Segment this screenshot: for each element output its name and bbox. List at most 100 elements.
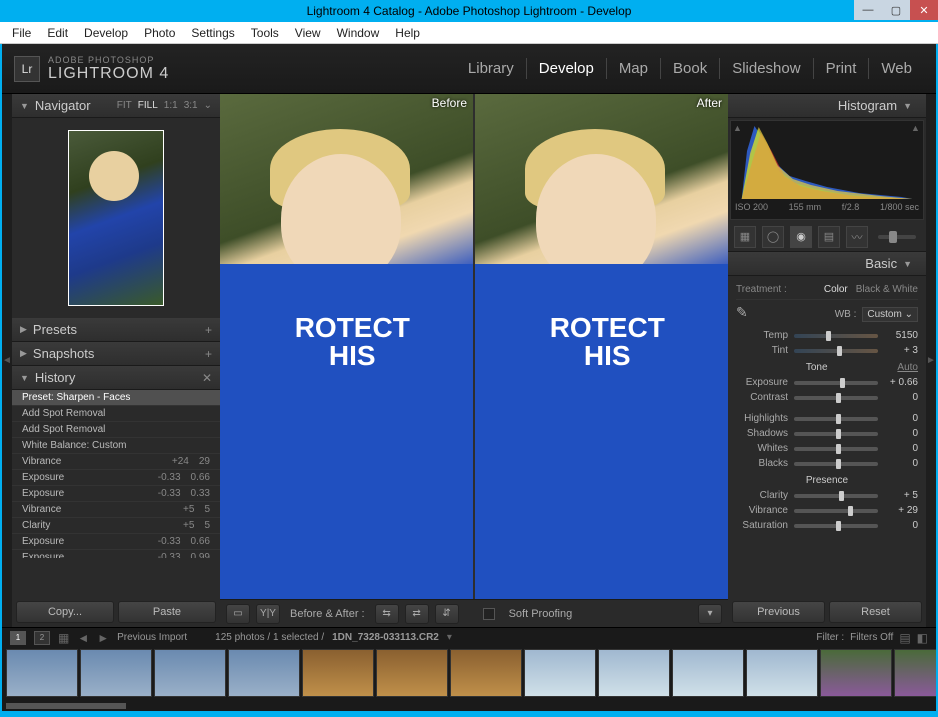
menu-settings[interactable]: Settings (183, 24, 242, 42)
white-balance-eyedropper-icon[interactable]: ✎ (736, 304, 756, 324)
menu-develop[interactable]: Develop (76, 24, 136, 42)
swap-before-after-button[interactable]: ⇆ (375, 604, 399, 624)
tint-value[interactable]: + 3 (884, 345, 918, 356)
menu-tools[interactable]: Tools (243, 24, 287, 42)
zoom-1-1[interactable]: 1:1 (164, 100, 178, 111)
contrast-slider[interactable]: Contrast0 (736, 390, 918, 405)
saturation-value[interactable]: 0 (884, 520, 918, 531)
histogram-header[interactable]: Histogram ▼ (728, 94, 926, 118)
shadows-value[interactable]: 0 (884, 428, 918, 439)
display-1-button[interactable]: 1 (10, 631, 26, 645)
navigator-preview[interactable] (12, 118, 220, 318)
display-2-button[interactable]: 2 (34, 631, 50, 645)
adjustment-brush-icon[interactable]: 〰 (846, 226, 868, 248)
copy-after-button[interactable]: ⇵ (435, 604, 459, 624)
filmstrip-thumb[interactable] (80, 649, 152, 697)
temp-slider[interactable]: Temp5150 (736, 328, 918, 343)
reset-button[interactable]: Reset (829, 601, 922, 623)
highlights-value[interactable]: 0 (884, 413, 918, 424)
blacks-slider[interactable]: Blacks0 (736, 456, 918, 471)
wb-select[interactable]: Custom ⌄ (862, 307, 918, 322)
history-header[interactable]: ▼ History ✕ (12, 366, 220, 390)
before-after-view-button[interactable]: Y|Y (256, 604, 280, 624)
menu-view[interactable]: View (287, 24, 329, 42)
temp-value[interactable]: 5150 (884, 330, 918, 341)
redeye-tool-icon[interactable]: ◉ (790, 226, 812, 248)
presets-header[interactable]: ▶ Presets + (12, 318, 220, 342)
clarity-slider[interactable]: Clarity+ 5 (736, 488, 918, 503)
history-item[interactable]: Exposure-0.330.33 (12, 486, 220, 502)
minimize-button[interactable]: — (854, 0, 882, 20)
filter-lock-icon[interactable]: ▤ (899, 631, 910, 645)
navigator-header[interactable]: ▼ Navigator FITFILL1:13:1⌄ (12, 94, 220, 118)
filmstrip-thumb[interactable] (154, 649, 226, 697)
filmstrip[interactable] (2, 647, 936, 703)
whites-value[interactable]: 0 (884, 443, 918, 454)
copy-button[interactable]: Copy... (16, 601, 114, 623)
histogram[interactable]: ▲ ▲ ISO 200 155 mm f/2.8 1/800 sec (730, 120, 924, 220)
add-preset-icon[interactable]: + (205, 323, 212, 337)
filmstrip-thumb[interactable] (376, 649, 448, 697)
zoom-3-1[interactable]: 3:1 (184, 100, 198, 111)
filmstrip-scrollbar[interactable] (2, 703, 936, 711)
treatment-color[interactable]: Color (824, 284, 848, 295)
module-book[interactable]: Book (661, 58, 720, 79)
copy-before-button[interactable]: ⇄ (405, 604, 429, 624)
menu-edit[interactable]: Edit (39, 24, 76, 42)
module-slideshow[interactable]: Slideshow (720, 58, 813, 79)
source-label[interactable]: Previous Import (117, 632, 187, 643)
before-pane[interactable]: Before ROTECTHIS (220, 94, 473, 599)
filmstrip-thumb[interactable] (450, 649, 522, 697)
treatment-bw[interactable]: Black & White (856, 284, 918, 295)
close-button[interactable]: ✕ (910, 0, 938, 20)
right-panel-toggle[interactable]: ► (926, 94, 936, 627)
history-item[interactable]: Add Spot Removal (12, 422, 220, 438)
zoom-fill[interactable]: FILL (138, 100, 158, 111)
clear-history-icon[interactable]: ✕ (202, 371, 212, 385)
saturation-slider[interactable]: Saturation0 (736, 518, 918, 533)
module-print[interactable]: Print (814, 58, 870, 79)
tint-slider[interactable]: Tint+ 3 (736, 343, 918, 358)
highlights-slider[interactable]: Highlights0 (736, 411, 918, 426)
basic-header[interactable]: Basic ▼ (728, 252, 926, 276)
filmstrip-thumb[interactable] (746, 649, 818, 697)
menu-photo[interactable]: Photo (136, 24, 183, 42)
menu-window[interactable]: Window (329, 24, 388, 42)
filmstrip-thumb[interactable] (228, 649, 300, 697)
blacks-value[interactable]: 0 (884, 458, 918, 469)
history-item[interactable]: Add Spot Removal (12, 406, 220, 422)
snapshots-header[interactable]: ▶ Snapshots + (12, 342, 220, 366)
filmstrip-thumb[interactable] (524, 649, 596, 697)
menu-help[interactable]: Help (387, 24, 428, 42)
filmstrip-thumb[interactable] (6, 649, 78, 697)
after-pane[interactable]: After ROTECTHIS (475, 94, 728, 599)
history-item[interactable]: Preset: Sharpen - Faces (12, 390, 220, 406)
auto-tone-button[interactable]: Auto (897, 362, 918, 373)
toolbar-menu-button[interactable]: ▾ (698, 604, 722, 624)
spot-removal-icon[interactable]: ◯ (762, 226, 784, 248)
tool-slider[interactable] (878, 235, 916, 239)
menu-file[interactable]: File (4, 24, 39, 42)
previous-button[interactable]: Previous (732, 601, 825, 623)
filmstrip-thumb[interactable] (598, 649, 670, 697)
filter-value[interactable]: Filters Off (850, 632, 893, 643)
prev-photo-icon[interactable]: ◄ (77, 631, 89, 645)
module-library[interactable]: Library (456, 58, 527, 79)
zoom-fit[interactable]: FIT (117, 100, 132, 111)
exposure-value[interactable]: + 0.66 (884, 377, 918, 388)
module-map[interactable]: Map (607, 58, 661, 79)
history-item[interactable]: Vibrance+2429 (12, 454, 220, 470)
module-develop[interactable]: Develop (527, 58, 607, 79)
shadows-slider[interactable]: Shadows0 (736, 426, 918, 441)
history-item[interactable]: White Balance: Custom (12, 438, 220, 454)
exposure-slider[interactable]: Exposure+ 0.66 (736, 375, 918, 390)
module-web[interactable]: Web (869, 58, 924, 79)
zoom-dropdown-icon[interactable]: ⌄ (204, 100, 212, 111)
filmstrip-thumb[interactable] (302, 649, 374, 697)
clarity-value[interactable]: + 5 (884, 490, 918, 501)
paste-button[interactable]: Paste (118, 601, 216, 623)
vibrance-value[interactable]: + 29 (884, 505, 918, 516)
next-photo-icon[interactable]: ► (97, 631, 109, 645)
history-item[interactable]: Exposure-0.330.66 (12, 470, 220, 486)
add-snapshot-icon[interactable]: + (205, 347, 212, 361)
